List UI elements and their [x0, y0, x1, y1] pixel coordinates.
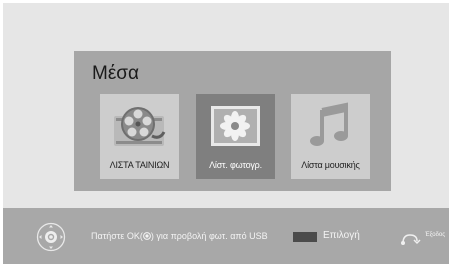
music-list-card[interactable]: Λίστα μουσικής: [291, 94, 370, 179]
select-color-key: [293, 232, 317, 242]
navigation-ring-icon: [36, 222, 66, 252]
ok-button-icon: [142, 232, 151, 240]
photo-list-label: Λίστ. φωτογρ.: [209, 160, 262, 170]
panel-title: Μέσα: [92, 63, 140, 84]
media-panel: Μέσα ΛΙΣΤΑ ΤΑΙΝΙΩΝ Λίστ. φωτογρ. Λίστα μ…: [74, 51, 391, 191]
music-note-icon: [310, 102, 348, 146]
music-list-label: Λίστα μουσικής: [301, 160, 360, 170]
photo-icon: [211, 106, 260, 146]
ok-hint-text: Πατήστε ΟΚ( ) για προβολή φωτ. από USB: [91, 231, 268, 241]
tv-screen: Μέσα ΛΙΣΤΑ ΤΑΙΝΙΩΝ Λίστ. φωτογρ. Λίστα μ…: [3, 3, 449, 264]
movie-list-label: ΛΙΣΤΑ ΤΑΙΝΙΩΝ: [109, 160, 170, 170]
film-reel-icon: [114, 107, 166, 146]
select-label[interactable]: Επιλογή: [323, 230, 360, 241]
photo-list-card[interactable]: Λίστ. φωτογρ.: [196, 94, 275, 179]
hint-text-start: Πατήστε ΟΚ(: [91, 231, 143, 241]
movie-list-card[interactable]: ΛΙΣΤΑ ΤΑΙΝΙΩΝ: [100, 94, 179, 179]
hint-text-end: ) για προβολή φωτ. από USB: [150, 231, 268, 241]
footer-bar: Πατήστε ΟΚ( ) για προβολή φωτ. από USB Επ…: [3, 208, 449, 264]
exit-label[interactable]: Έξοδος: [425, 232, 445, 238]
exit-return-icon: [401, 234, 421, 245]
